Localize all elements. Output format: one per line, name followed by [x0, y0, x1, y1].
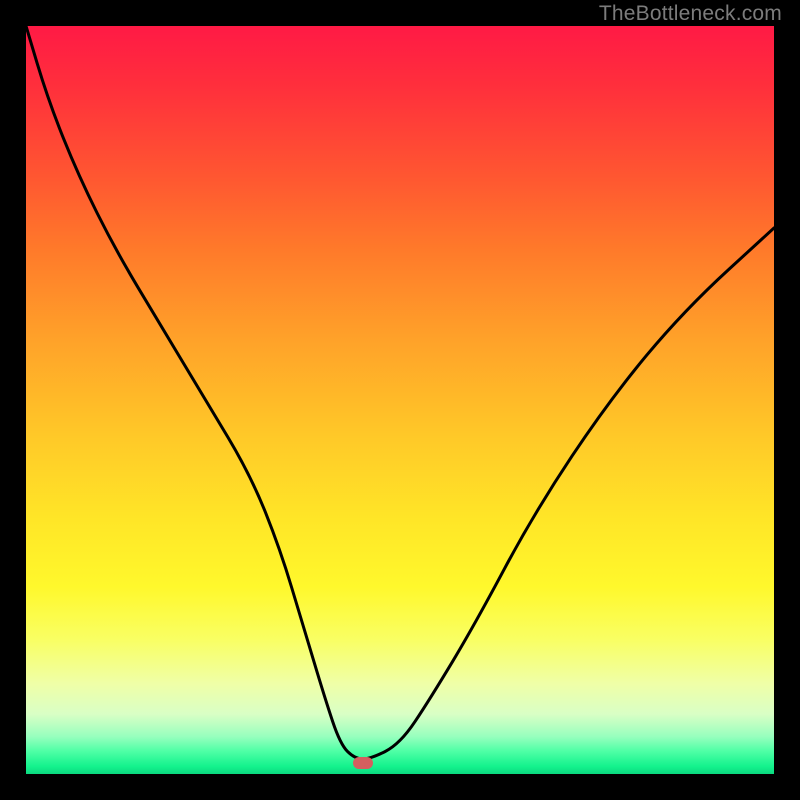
chart-frame: TheBottleneck.com [0, 0, 800, 800]
plot-area [26, 26, 774, 774]
optimal-point-marker [353, 757, 373, 769]
watermark-text: TheBottleneck.com [599, 2, 782, 26]
bottleneck-curve [26, 26, 774, 774]
